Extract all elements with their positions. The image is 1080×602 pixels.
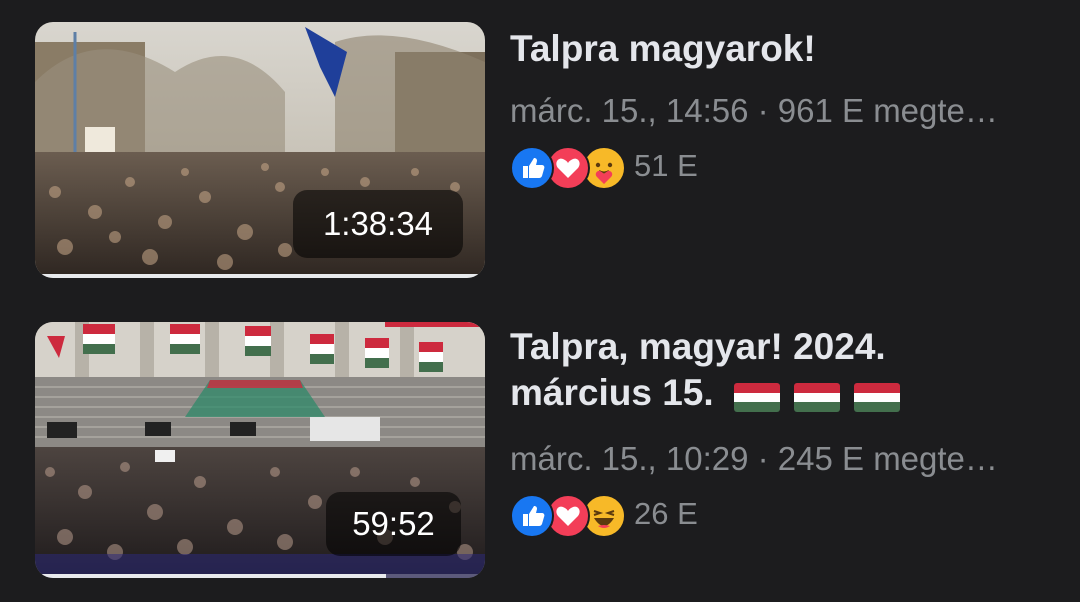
video-title-line: Talpra, magyar! 2024. — [510, 326, 886, 367]
hungary-flag-icon — [794, 382, 841, 412]
watch-progress-bar — [35, 574, 485, 578]
video-info: Talpra magyarok! márc. 15., 14:56 · 961 … — [510, 22, 1050, 190]
video-duration: 1:38:34 — [293, 190, 463, 258]
reactions-summary[interactable]: 26 E — [510, 494, 1050, 539]
video-item[interactable]: 1:38:34 Talpra magyarok! márc. 15., 14:5… — [0, 22, 1080, 282]
video-item[interactable]: 59:52 Talpra, magyar! 2024. március 15. … — [0, 322, 1080, 582]
video-thumbnail[interactable]: 59:52 — [35, 322, 485, 578]
video-title[interactable]: Talpra, magyar! 2024. március 15. — [510, 324, 1050, 418]
video-info: Talpra, magyar! 2024. március 15. márc. … — [510, 322, 1050, 539]
reaction-count: 51 E — [634, 148, 698, 183]
video-title-line: március 15. — [510, 370, 1050, 418]
like-icon — [510, 494, 554, 539]
hungary-flag-icon — [854, 382, 901, 412]
video-duration: 59:52 — [326, 492, 461, 556]
video-title-line-text: március 15. — [510, 372, 714, 413]
hungarian-flags — [733, 372, 905, 418]
watch-progress-fill — [35, 574, 386, 578]
reaction-count: 26 E — [634, 496, 698, 532]
video-title[interactable]: Talpra magyarok! — [510, 26, 1050, 72]
video-meta: márc. 15., 14:56 · 961 E megte… — [510, 92, 998, 129]
watch-progress-fill — [35, 274, 485, 278]
video-thumbnail[interactable]: 1:38:34 — [35, 22, 485, 278]
video-title-line: Talpra magyarok! — [510, 28, 816, 69]
watch-progress-bar — [35, 274, 485, 278]
like-icon — [510, 146, 554, 190]
hungary-flag-icon — [733, 382, 780, 412]
reactions-summary[interactable]: 51 E — [510, 146, 1050, 190]
video-meta: márc. 15., 10:29 · 245 E megte… — [510, 440, 998, 478]
